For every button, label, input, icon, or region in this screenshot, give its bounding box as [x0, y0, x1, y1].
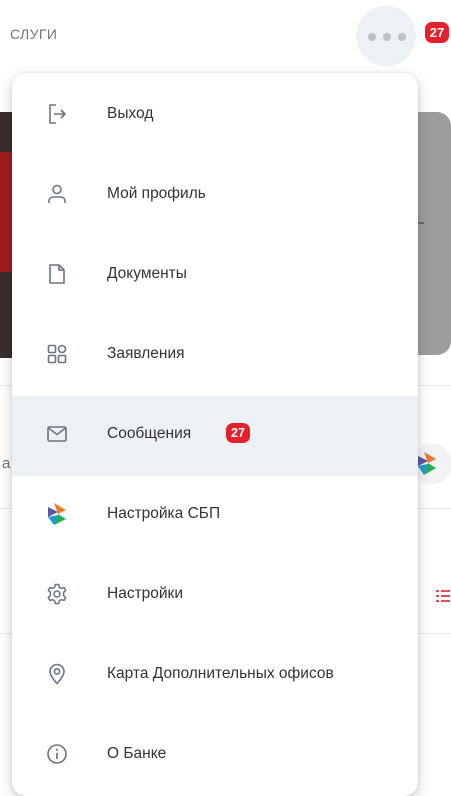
menu-item-about-bank[interactable]: О Банке [12, 716, 418, 796]
menu-item-label: Заявления [107, 345, 185, 362]
menu-item-label: Выход [107, 105, 154, 122]
menu-item-logout[interactable]: Выход [12, 76, 418, 156]
menu-item-label: Мой профиль [107, 185, 206, 202]
messages-badge: 27 [226, 423, 250, 443]
menu-item-sbp-settings[interactable]: Настройка СБП [12, 476, 418, 556]
menu-item-label: О Банке [107, 745, 167, 762]
menu-item-label: Настройка СБП [107, 505, 221, 522]
menu-item-applications[interactable]: Заявления [12, 316, 418, 396]
notifications-badge: 27 [425, 22, 449, 43]
menu-item-label: Карта Дополнительных офисов [107, 665, 334, 682]
info-icon [45, 742, 69, 766]
menu-item-settings[interactable]: Настройки [12, 556, 418, 636]
menu-item-label: Настройки [107, 585, 184, 602]
menu-item-offices-map[interactable]: Карта Дополнительных офисов [12, 636, 418, 716]
grid-icon [45, 342, 69, 366]
sbp-logo-icon [418, 452, 436, 476]
user-icon [45, 182, 69, 206]
gear-icon [45, 582, 69, 606]
map-pin-icon [45, 662, 69, 686]
list-icon[interactable] [436, 589, 450, 603]
menu-item-messages[interactable]: Сообщения 27 [12, 396, 418, 476]
sbp-logo-icon [45, 502, 69, 526]
menu-item-label: Сообщения [107, 425, 192, 442]
background-text-fragment: а [2, 455, 11, 472]
page-title-fragment: СЛУГИ [10, 26, 58, 42]
menu-item-label: Документы [107, 265, 187, 282]
logout-icon [45, 102, 69, 126]
menu-item-documents[interactable]: Документы [12, 236, 418, 316]
menu-item-profile[interactable]: Мой профиль [12, 156, 418, 236]
dropdown-menu: Выход Мой профиль Документы Заявления Со… [12, 73, 418, 796]
top-bar: СЛУГИ 27 [0, 0, 451, 70]
more-menu-button[interactable] [356, 6, 416, 66]
document-icon [45, 262, 69, 286]
more-dots-icon [368, 33, 406, 41]
envelope-icon [45, 422, 69, 446]
